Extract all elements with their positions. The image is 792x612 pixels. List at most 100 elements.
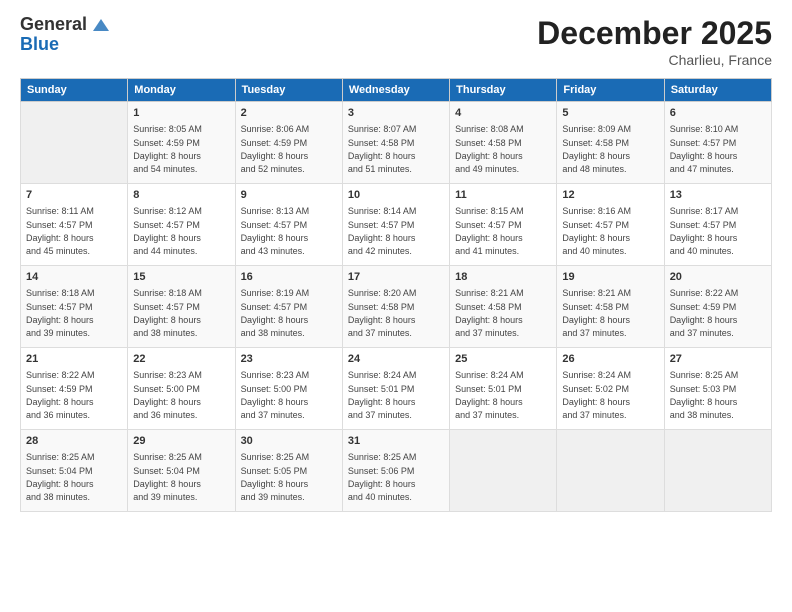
day-number: 17 xyxy=(348,270,444,285)
day-number: 30 xyxy=(241,434,337,449)
day-info: Sunrise: 8:12 AM Sunset: 4:57 PM Dayligh… xyxy=(133,206,202,256)
calendar-cell: 12Sunrise: 8:16 AM Sunset: 4:57 PM Dayli… xyxy=(557,184,664,266)
weekday-header-row: SundayMondayTuesdayWednesdayThursdayFrid… xyxy=(21,79,772,102)
day-info: Sunrise: 8:17 AM Sunset: 4:57 PM Dayligh… xyxy=(670,206,739,256)
day-info: Sunrise: 8:22 AM Sunset: 4:59 PM Dayligh… xyxy=(26,370,95,420)
day-info: Sunrise: 8:23 AM Sunset: 5:00 PM Dayligh… xyxy=(241,370,310,420)
weekday-header-tuesday: Tuesday xyxy=(235,79,342,102)
day-info: Sunrise: 8:25 AM Sunset: 5:05 PM Dayligh… xyxy=(241,452,310,502)
day-number: 18 xyxy=(455,270,551,285)
weekday-header-saturday: Saturday xyxy=(664,79,771,102)
day-number: 28 xyxy=(26,434,122,449)
day-info: Sunrise: 8:21 AM Sunset: 4:58 PM Dayligh… xyxy=(562,288,631,338)
day-info: Sunrise: 8:25 AM Sunset: 5:03 PM Dayligh… xyxy=(670,370,739,420)
day-number: 3 xyxy=(348,106,444,121)
calendar-cell: 21Sunrise: 8:22 AM Sunset: 4:59 PM Dayli… xyxy=(21,348,128,430)
calendar-cell xyxy=(557,430,664,512)
calendar-cell: 26Sunrise: 8:24 AM Sunset: 5:02 PM Dayli… xyxy=(557,348,664,430)
calendar-cell: 22 Sunrise: 8:23 AM Sunset: 5:00 PM Dayli… xyxy=(128,348,235,430)
calendar-cell: 4 Sunrise: 8:08 AM Sunset: 4:58 PM Daylig… xyxy=(450,102,557,184)
day-number: 23 xyxy=(241,352,337,367)
day-info: Sunrise: 8:14 AM Sunset: 4:57 PM Dayligh… xyxy=(348,206,417,256)
day-info: Sunrise: 8:23 AM Sunset: 5:00 PM Dayligh… xyxy=(133,370,202,420)
calendar-cell: 9Sunrise: 8:13 AM Sunset: 4:57 PM Daylig… xyxy=(235,184,342,266)
day-number: 13 xyxy=(670,188,766,203)
day-number: 2 xyxy=(241,106,337,121)
calendar-cell: 3Sunrise: 8:07 AM Sunset: 4:58 PM Daylig… xyxy=(342,102,449,184)
day-info: Sunrise: 8:18 AM Sunset: 4:57 PM Dayligh… xyxy=(133,288,202,338)
day-number: 9 xyxy=(241,188,337,203)
calendar-cell: 29 Sunrise: 8:25 AM Sunset: 5:04 PM Dayli… xyxy=(128,430,235,512)
calendar-cell xyxy=(21,102,128,184)
day-info: Sunrise: 8:08 AM Sunset: 4:58 PM Dayligh… xyxy=(455,124,524,174)
calendar-cell: 27 Sunrise: 8:25 AM Sunset: 5:03 PM Dayli… xyxy=(664,348,771,430)
calendar-cell: 18 Sunrise: 8:21 AM Sunset: 4:58 PM Dayli… xyxy=(450,266,557,348)
calendar-cell: 8 Sunrise: 8:12 AM Sunset: 4:57 PM Daylig… xyxy=(128,184,235,266)
calendar-week-1: 1Sunrise: 8:05 AM Sunset: 4:59 PM Daylig… xyxy=(21,102,772,184)
day-number: 22 xyxy=(133,352,229,367)
weekday-header-monday: Monday xyxy=(128,79,235,102)
calendar-cell: 17 Sunrise: 8:20 AM Sunset: 4:58 PM Dayli… xyxy=(342,266,449,348)
calendar-week-4: 21Sunrise: 8:22 AM Sunset: 4:59 PM Dayli… xyxy=(21,348,772,430)
month-title: December 2025 xyxy=(537,15,772,52)
calendar-cell: 20Sunrise: 8:22 AM Sunset: 4:59 PM Dayli… xyxy=(664,266,771,348)
calendar-cell: 6 Sunrise: 8:10 AM Sunset: 4:57 PM Daylig… xyxy=(664,102,771,184)
day-info: Sunrise: 8:25 AM Sunset: 5:04 PM Dayligh… xyxy=(26,452,95,502)
day-number: 27 xyxy=(670,352,766,367)
calendar-cell: 10 Sunrise: 8:14 AM Sunset: 4:57 PM Dayli… xyxy=(342,184,449,266)
day-number: 26 xyxy=(562,352,658,367)
day-number: 7 xyxy=(26,188,122,203)
day-info: Sunrise: 8:09 AM Sunset: 4:58 PM Dayligh… xyxy=(562,124,631,174)
location: Charlieu, France xyxy=(537,52,772,68)
calendar-cell: 30 Sunrise: 8:25 AM Sunset: 5:05 PM Dayli… xyxy=(235,430,342,512)
calendar-cell: 13 Sunrise: 8:17 AM Sunset: 4:57 PM Dayli… xyxy=(664,184,771,266)
day-number: 29 xyxy=(133,434,229,449)
calendar-cell: 15 Sunrise: 8:18 AM Sunset: 4:57 PM Dayli… xyxy=(128,266,235,348)
day-info: Sunrise: 8:10 AM Sunset: 4:57 PM Dayligh… xyxy=(670,124,739,174)
day-number: 25 xyxy=(455,352,551,367)
day-number: 20 xyxy=(670,270,766,285)
calendar-cell: 31 Sunrise: 8:25 AM Sunset: 5:06 PM Dayli… xyxy=(342,430,449,512)
day-number: 31 xyxy=(348,434,444,449)
day-info: Sunrise: 8:21 AM Sunset: 4:58 PM Dayligh… xyxy=(455,288,524,338)
day-info: Sunrise: 8:19 AM Sunset: 4:57 PM Dayligh… xyxy=(241,288,310,338)
day-number: 4 xyxy=(455,106,551,121)
calendar-cell: 11Sunrise: 8:15 AM Sunset: 4:57 PM Dayli… xyxy=(450,184,557,266)
calendar-cell: 24Sunrise: 8:24 AM Sunset: 5:01 PM Dayli… xyxy=(342,348,449,430)
calendar-cell: 19 Sunrise: 8:21 AM Sunset: 4:58 PM Dayli… xyxy=(557,266,664,348)
day-info: Sunrise: 8:05 AM Sunset: 4:59 PM Dayligh… xyxy=(133,124,202,174)
day-info: Sunrise: 8:06 AM Sunset: 4:59 PM Dayligh… xyxy=(241,124,310,174)
weekday-header-wednesday: Wednesday xyxy=(342,79,449,102)
calendar-table: SundayMondayTuesdayWednesdayThursdayFrid… xyxy=(20,78,772,512)
weekday-header-sunday: Sunday xyxy=(21,79,128,102)
day-info: Sunrise: 8:11 AM Sunset: 4:57 PM Dayligh… xyxy=(26,206,94,256)
calendar-cell: 23 Sunrise: 8:23 AM Sunset: 5:00 PM Dayli… xyxy=(235,348,342,430)
day-info: Sunrise: 8:18 AM Sunset: 4:57 PM Dayligh… xyxy=(26,288,95,338)
calendar-cell: 2 Sunrise: 8:06 AM Sunset: 4:59 PM Daylig… xyxy=(235,102,342,184)
title-block: December 2025 Charlieu, France xyxy=(537,15,772,68)
calendar-cell: 1Sunrise: 8:05 AM Sunset: 4:59 PM Daylig… xyxy=(128,102,235,184)
calendar-cell: 16 Sunrise: 8:19 AM Sunset: 4:57 PM Dayli… xyxy=(235,266,342,348)
day-number: 6 xyxy=(670,106,766,121)
day-number: 15 xyxy=(133,270,229,285)
day-number: 16 xyxy=(241,270,337,285)
day-info: Sunrise: 8:20 AM Sunset: 4:58 PM Dayligh… xyxy=(348,288,417,338)
day-info: Sunrise: 8:16 AM Sunset: 4:57 PM Dayligh… xyxy=(562,206,631,256)
calendar-cell xyxy=(450,430,557,512)
weekday-header-friday: Friday xyxy=(557,79,664,102)
calendar-week-2: 7 Sunrise: 8:11 AM Sunset: 4:57 PM Daylig… xyxy=(21,184,772,266)
day-info: Sunrise: 8:25 AM Sunset: 5:06 PM Dayligh… xyxy=(348,452,417,502)
day-number: 14 xyxy=(26,270,122,285)
calendar-week-5: 28 Sunrise: 8:25 AM Sunset: 5:04 PM Dayli… xyxy=(21,430,772,512)
day-number: 11 xyxy=(455,188,551,203)
day-number: 10 xyxy=(348,188,444,203)
day-info: Sunrise: 8:25 AM Sunset: 5:04 PM Dayligh… xyxy=(133,452,202,502)
day-number: 8 xyxy=(133,188,229,203)
day-info: Sunrise: 8:24 AM Sunset: 5:01 PM Dayligh… xyxy=(348,370,417,420)
logo-blue-text: Blue xyxy=(20,35,111,55)
calendar-cell: 5 Sunrise: 8:09 AM Sunset: 4:58 PM Daylig… xyxy=(557,102,664,184)
calendar-cell: 14 Sunrise: 8:18 AM Sunset: 4:57 PM Dayli… xyxy=(21,266,128,348)
day-number: 19 xyxy=(562,270,658,285)
day-number: 5 xyxy=(562,106,658,121)
calendar-cell: 28 Sunrise: 8:25 AM Sunset: 5:04 PM Dayli… xyxy=(21,430,128,512)
